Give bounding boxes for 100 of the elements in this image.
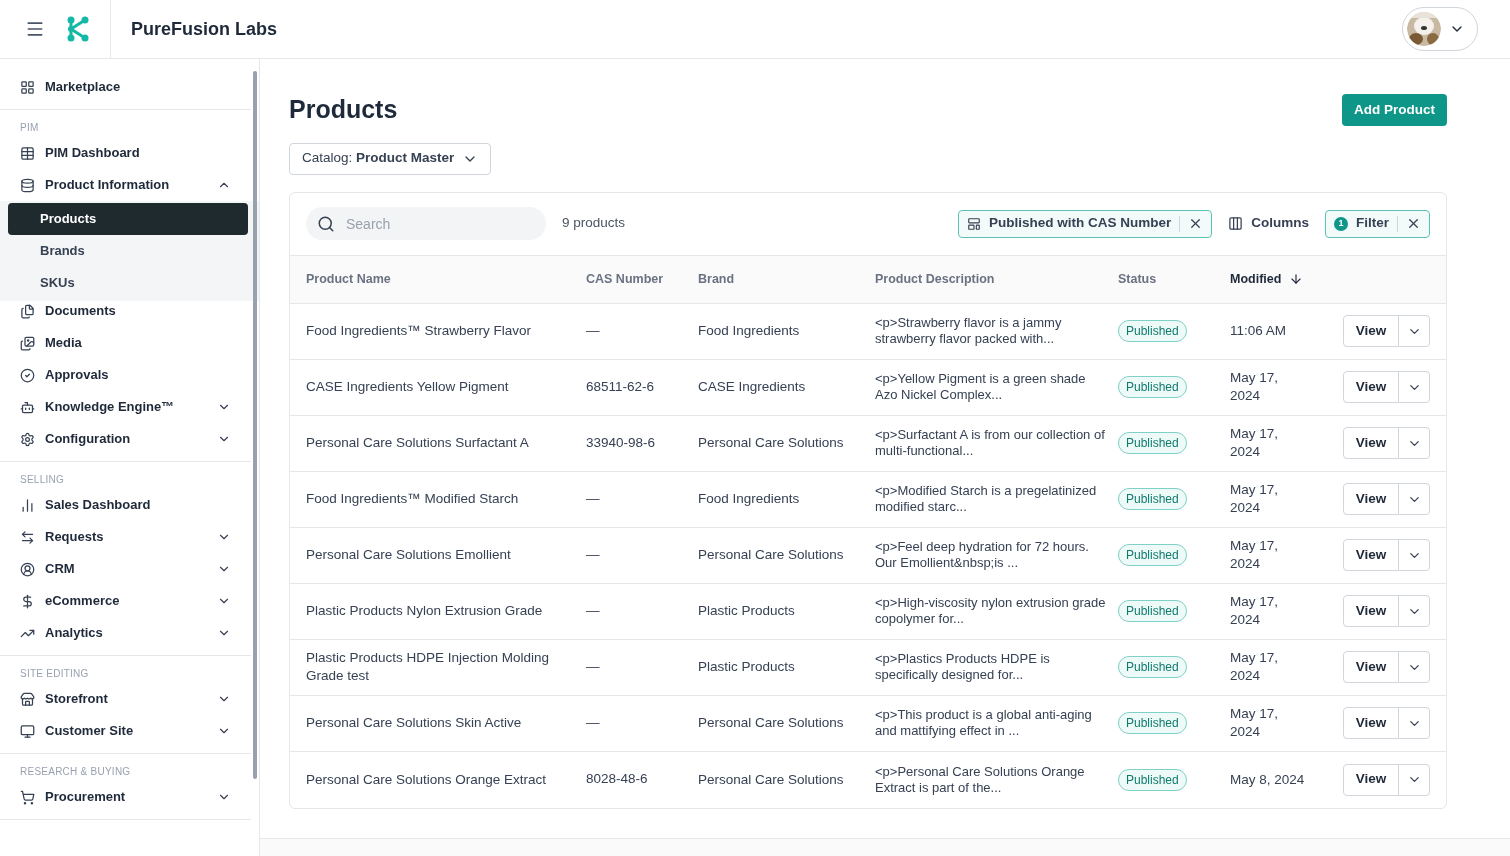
sidebar-item[interactable]: Product Information bbox=[0, 169, 251, 201]
close-icon[interactable] bbox=[1406, 216, 1421, 231]
documents-icon bbox=[20, 303, 35, 319]
add-product-button[interactable]: Add Product bbox=[1342, 93, 1447, 126]
sidebar-subitem[interactable]: Brands bbox=[8, 235, 248, 267]
sidebar-item[interactable]: Marketplace bbox=[0, 71, 251, 103]
table-cell-text: <p>Personal Care Solutions Orange Extract is part of the... bbox=[875, 763, 1086, 796]
view-split-button[interactable]: View bbox=[1343, 483, 1430, 515]
table-cell-text: Food Ingredients bbox=[698, 490, 801, 508]
filter-chip[interactable]: 1 Filter bbox=[1325, 209, 1430, 238]
search-icon bbox=[317, 215, 335, 233]
table-cell-text: Personal Care Solutions bbox=[698, 434, 845, 452]
column-header[interactable]: Modified bbox=[1230, 269, 1343, 289]
view-label: View bbox=[1344, 652, 1399, 682]
view-label: View bbox=[1344, 764, 1399, 795]
arrows-icon bbox=[20, 529, 35, 545]
table-cell-text: May 17, 2024 bbox=[1230, 537, 1280, 573]
sidebar-item[interactable]: CRM bbox=[0, 553, 251, 585]
table-cell-text: Personal Care Solutions Skin Active bbox=[306, 714, 523, 732]
saved-view-chip[interactable]: Published with CAS Number bbox=[957, 209, 1213, 238]
status-badge: Published bbox=[1118, 320, 1187, 342]
dollar-icon bbox=[20, 593, 35, 609]
table-cell-text: <p>Feel deep hydration for 72 hours. Our Emollient&nbsp;is ... bbox=[875, 539, 1090, 571]
table-cell-text: 33940-98-6 bbox=[586, 433, 657, 452]
table-cell-text: 68511-62-6 bbox=[586, 377, 656, 396]
view-split-button[interactable]: View bbox=[1343, 371, 1430, 403]
table-cell-text: May 17, 2024 bbox=[1230, 481, 1280, 517]
column-header[interactable]: Status bbox=[1118, 269, 1230, 289]
table-cell-text: <p>Modified Starch is a pregelatinized modified starc... bbox=[875, 483, 1098, 515]
sidebar-item[interactable]: Knowledge Engine™ bbox=[0, 391, 251, 423]
column-header[interactable]: CAS Number bbox=[586, 269, 698, 289]
store-icon bbox=[20, 691, 35, 707]
sidebar-item[interactable]: Sales Dashboard bbox=[0, 489, 251, 521]
database-icon bbox=[20, 177, 35, 193]
logo-icon bbox=[65, 16, 90, 42]
columns-button[interactable]: Columns bbox=[1228, 213, 1309, 234]
search-field[interactable]: Search bbox=[306, 207, 546, 240]
status-badge: Published bbox=[1118, 656, 1187, 678]
sidebar-item[interactable]: Analytics bbox=[0, 617, 251, 649]
table-cell-text: May 17, 2024 bbox=[1230, 649, 1280, 685]
sidebar-item[interactable]: Requests bbox=[0, 521, 251, 553]
status-badge: Published bbox=[1118, 712, 1187, 734]
column-header[interactable]: Product Name bbox=[306, 269, 586, 289]
table-cell-text: <p>This product is a global anti-aging and mattifying effect in ... bbox=[875, 707, 1093, 739]
status-badge: Published bbox=[1118, 376, 1187, 398]
view-split-button[interactable]: View bbox=[1343, 651, 1430, 683]
table-cell-text: May 17, 2024 bbox=[1230, 425, 1280, 461]
table-cell-text: Plastic Products bbox=[698, 658, 796, 676]
table-cell-text: <p>Surfactant A is from our collection of multi-functional... bbox=[875, 427, 1106, 459]
view-label: View bbox=[1344, 428, 1399, 458]
sidebar-item[interactable]: PIM Dashboard bbox=[0, 137, 251, 169]
sidebar-subitem[interactable]: Products bbox=[8, 203, 248, 235]
table-cell-text: CASE Ingredients Yellow Pigment bbox=[306, 378, 510, 396]
table-cell-text: <p>Strawberry flavor is a jammy strawberry flavor packed with... bbox=[875, 315, 1063, 347]
sidebar-item[interactable]: Storefront bbox=[0, 683, 251, 715]
status-badge: Published bbox=[1118, 600, 1187, 622]
table-cell-text: <p>Yellow Pigment is a green shade Azo Nickel Complex... bbox=[875, 371, 1087, 403]
view-split-button[interactable]: View bbox=[1343, 595, 1430, 627]
page-title: Products bbox=[289, 94, 398, 125]
table-cell-text: — bbox=[586, 489, 601, 508]
status-badge: Published bbox=[1118, 488, 1187, 510]
saved-view-label: Published with CAS Number bbox=[988, 214, 1172, 233]
sidebar-item[interactable]: Media bbox=[0, 327, 251, 359]
sidebar-item[interactable]: Customer Site bbox=[0, 715, 251, 747]
sidebar-item[interactable]: Approvals bbox=[0, 359, 251, 391]
layout-icon bbox=[966, 216, 981, 231]
view-label: View bbox=[1344, 596, 1399, 626]
section-label: RESEARCH & BUYING bbox=[19, 765, 132, 779]
view-split-button[interactable]: View bbox=[1343, 707, 1430, 739]
image-icon bbox=[20, 335, 35, 351]
table-cell-text: — bbox=[586, 545, 601, 564]
ai-icon bbox=[20, 399, 35, 415]
view-label: View bbox=[1344, 708, 1399, 738]
company-name: PureFusion Labs bbox=[131, 17, 278, 41]
view-split-button[interactable]: View bbox=[1343, 315, 1430, 347]
table-cell-text: Personal Care Solutions Emollient bbox=[306, 546, 512, 564]
bar-chart-icon bbox=[20, 497, 35, 513]
sidebar-item[interactable]: eCommerce bbox=[0, 585, 251, 617]
sidebar-item[interactable]: Configuration bbox=[0, 423, 251, 455]
view-split-button[interactable]: View bbox=[1343, 763, 1430, 796]
column-header[interactable]: Product Description bbox=[875, 269, 1118, 289]
view-split-button[interactable]: View bbox=[1343, 427, 1430, 459]
column-header[interactable]: Brand bbox=[698, 269, 875, 289]
catalog-dropdown[interactable]: Catalog: Product Master bbox=[289, 142, 492, 175]
table-cell-text: Personal Care Solutions bbox=[698, 546, 845, 564]
grid-icon bbox=[20, 79, 35, 95]
view-label: View bbox=[1344, 316, 1399, 346]
scrollbar[interactable] bbox=[253, 71, 257, 779]
view-split-button[interactable]: View bbox=[1343, 539, 1430, 571]
status-badge: Published bbox=[1118, 544, 1187, 566]
monitor-icon bbox=[20, 723, 35, 739]
table-cell-text: 8028-48-6 bbox=[586, 770, 649, 789]
table-cell-text: <p>High-viscosity nylon extrusion grade copolymer for... bbox=[875, 595, 1107, 627]
table-cell-text: Food Ingredients™ Modified Starch bbox=[306, 490, 520, 508]
table-cell-text: May 8, 2024 bbox=[1230, 770, 1306, 789]
cart-icon bbox=[20, 789, 35, 805]
sidebar-item[interactable]: Procurement bbox=[0, 781, 251, 813]
table-cell-text: Personal Care Solutions bbox=[698, 714, 845, 732]
settings-icon bbox=[20, 431, 35, 447]
columns-icon bbox=[1228, 216, 1244, 231]
